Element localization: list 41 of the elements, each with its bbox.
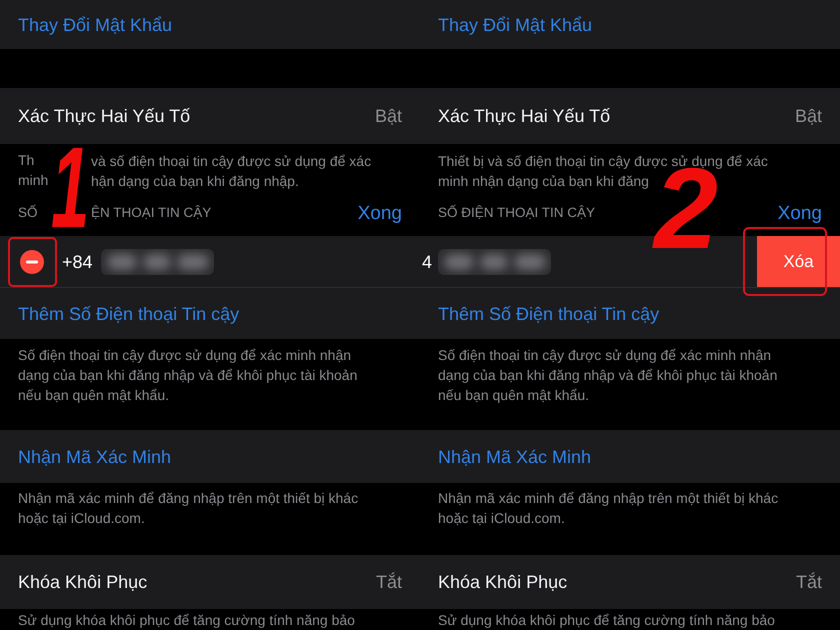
step-number: 1: [51, 145, 90, 233]
settings-row[interactable]: Xác Thực Hai Yếu Tố Bật: [0, 88, 420, 144]
settings-row[interactable]: Khóa Khôi Phục Tắt: [0, 555, 420, 609]
minus-circle-icon[interactable]: [20, 250, 44, 274]
country-code: +84: [62, 252, 93, 270]
add-phone-link[interactable]: Thêm Số Điện thoại Tin cậy: [0, 288, 420, 339]
setting-value: Tắt: [376, 573, 402, 591]
description-text: Số điện thoại tin cậy được sử dụng để xác minh nhận dạng của bạn khi đăng nhập và để khôi phục tài khoản nếu bạn quên mật khẩu.: [438, 346, 778, 405]
setting-value: Bật: [374, 107, 402, 125]
setting-value: Bật: [794, 107, 822, 125]
delete-button[interactable]: Xóa: [757, 236, 840, 287]
setting-label: Xác Thực Hai Yếu Tố: [438, 107, 610, 125]
get-code-link[interactable]: Nhận Mã Xác Minh: [420, 430, 840, 483]
country-code: 4: [422, 252, 432, 270]
section-header: SỐ ĐIỆN THOẠI TIN CẬY: [438, 206, 596, 220]
settings-row[interactable]: Xác Thực Hai Yếu Tố Bật: [420, 88, 840, 144]
get-code-link[interactable]: Nhận Mã Xác Minh: [0, 430, 420, 483]
description-text: và số điện thoại tin cậy được sử dụng để xác: [91, 152, 372, 171]
description-text: Nhận mã xác minh để đăng nhập trên một thiết bị khác hoặc tại iCloud.com.: [438, 489, 780, 528]
description-text: Th: [18, 152, 34, 168]
setting-label: Khóa Khôi Phục: [18, 573, 148, 591]
description-text: Sử dụng khóa khôi phục để tăng cường tính năng bảo: [438, 611, 776, 629]
change-password-link[interactable]: Thay Đổi Mật Khẩu: [0, 0, 420, 49]
step-number: 2: [654, 166, 718, 254]
add-phone-link[interactable]: Thêm Số Điện thoại Tin cậy: [420, 288, 840, 339]
description-text: hận dạng của bạn khi đăng nhập.: [91, 172, 299, 191]
description-text: Sử dụng khóa khôi phục để tăng cường tính năng bảo: [18, 611, 356, 629]
change-password-link[interactable]: Thay Đổi Mật Khẩu: [420, 0, 840, 49]
settings-row[interactable]: Khóa Khôi Phục Tắt: [420, 555, 840, 609]
done-button[interactable]: Xong: [778, 204, 822, 222]
done-button[interactable]: Xong: [358, 204, 402, 222]
description-text: Số điện thoại tin cậy được sử dụng để xác minh nhận dạng của bạn khi đăng nhập và để khôi phục tài khoản nếu bạn quên mật khẩu.: [18, 346, 358, 405]
setting-value: Tắt: [796, 573, 822, 591]
section-header: SỐ: [18, 205, 38, 220]
description-text: Thiết bị và số điện thoại tin cậy được sử dụng để xác: [438, 152, 768, 169]
setting-label: Xác Thực Hai Yếu Tố: [18, 107, 190, 125]
description-text: Nhận mã xác minh để đăng nhập trên một thiết bị khác hoặc tại iCloud.com.: [18, 489, 360, 528]
setting-label: Khóa Khôi Phục: [438, 573, 568, 591]
description-text: minh: [18, 172, 48, 188]
description-text: minh nhận dạng của bạn khi đăng: [438, 172, 649, 191]
section-header: ỆN THOẠI TIN CẬY: [91, 206, 212, 220]
